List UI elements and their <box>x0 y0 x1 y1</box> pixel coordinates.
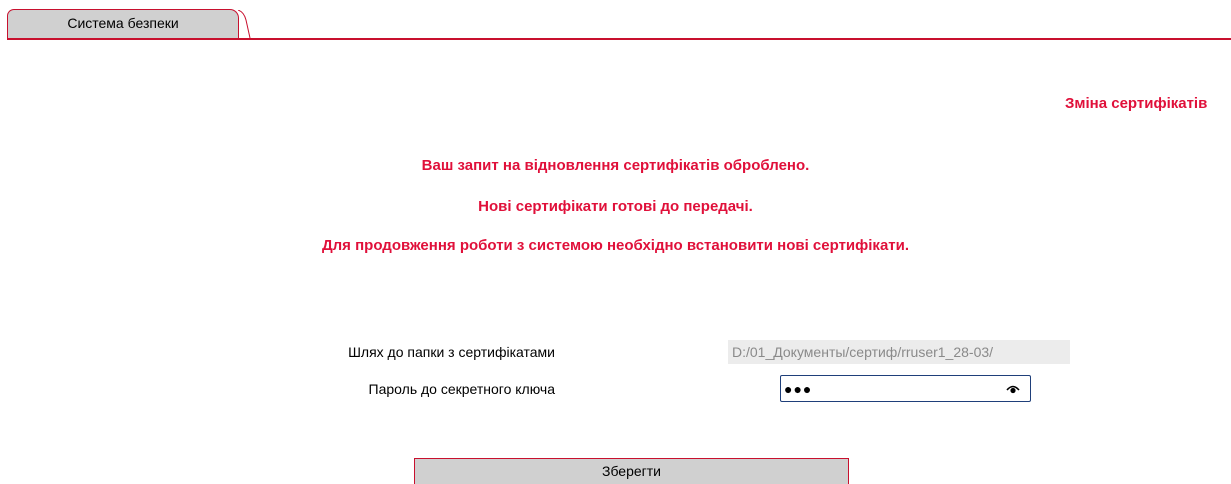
message-request-processed: Ваш запит на відновлення сертифікатів об… <box>421 157 810 174</box>
certificate-path-field: D:/01_Документы/сертиф/rruser1_28-03/ <box>728 340 1070 364</box>
tab-bar: Система безпеки <box>0 0 1231 40</box>
message-install-certificates: Для продовження роботи з системою необхі… <box>321 237 910 254</box>
certificate-path-label: Шлях до папки з сертифікатами <box>348 344 555 360</box>
tab-underline <box>7 38 1231 40</box>
tab-corner-decoration <box>238 10 251 38</box>
save-button[interactable]: Зберегти <box>414 458 849 484</box>
page-title: Зміна сертифікатів <box>1065 95 1208 112</box>
tab-security-system[interactable]: Система безпеки <box>7 9 239 38</box>
message-certificates-ready: Нові сертифікати готові до передачі. <box>478 198 753 215</box>
password-masked-value[interactable]: ●●● <box>781 381 1002 397</box>
password-label: Пароль до секретного ключа <box>368 381 555 397</box>
password-field[interactable]: ●●● <box>780 375 1031 402</box>
eye-icon[interactable] <box>1002 379 1024 399</box>
